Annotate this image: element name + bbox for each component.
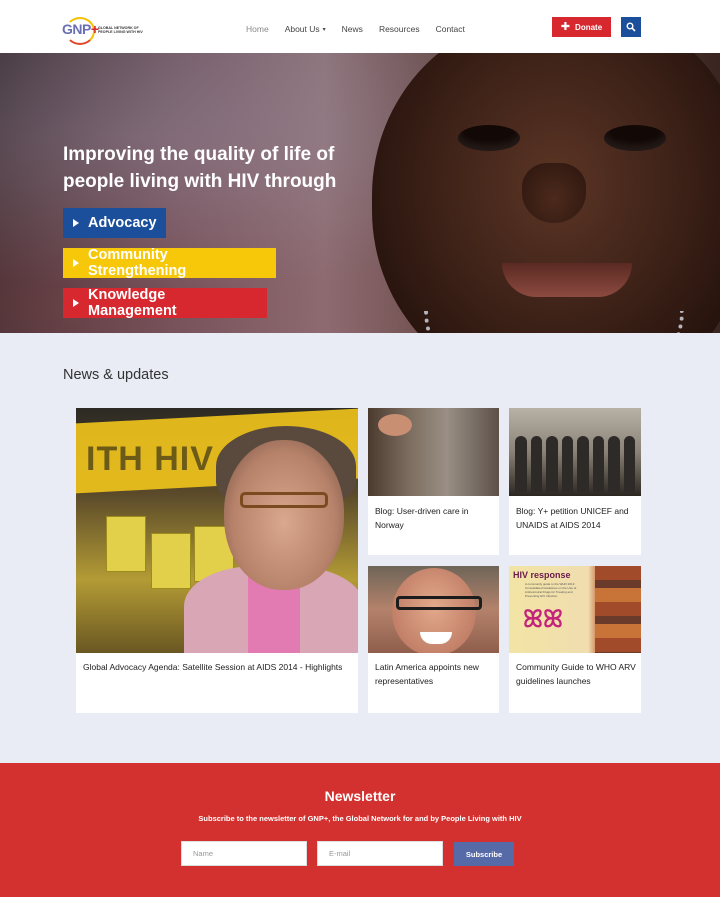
newsletter-section: Newsletter Subscribe to the newsletter o… [0,763,720,897]
news-card[interactable]: Blog: Y+ petition UNICEF and UNAIDS at A… [509,408,641,555]
person-silhouette [592,436,604,492]
news-card-caption[interactable]: Blog: User-driven care in Norway [375,504,493,532]
news-card[interactable]: ITH HIV Global Advocacy Agenda: Satellit… [76,408,358,713]
news-card-caption[interactable]: Latin America appoints new representativ… [375,660,493,688]
nav-resources[interactable]: Resources [379,24,420,34]
play-triangle-icon [73,219,79,227]
person-silhouette [577,436,589,492]
news-card-caption[interactable]: Community Guide to WHO ARV guidelines la… [516,660,636,688]
nav-home[interactable]: Home [246,24,269,34]
email-field[interactable] [317,841,443,866]
site-header: GNP+ GLOBAL NETWORK OF PEOPLE LIVING WIT… [0,0,720,53]
news-card[interactable]: HIV response A community guide to the WH… [509,566,641,713]
logo-mark: GNP+ [62,21,99,37]
news-card-image [368,408,499,496]
people-logo-icon: ꕤꕤ [523,606,563,633]
news-card-image: ITH HIV [76,408,358,653]
news-card[interactable]: Blog: User-driven care in Norway [368,408,499,555]
pill-label: Community Strengthening [88,247,187,279]
donate-button[interactable]: ✚ Donate [552,17,611,37]
newsletter-subtitle: Subscribe to the newsletter of GNP+, the… [198,814,522,823]
play-triangle-icon [73,299,79,307]
banner-lettering: ITH HIV [86,440,214,478]
news-card-caption[interactable]: Global Advocacy Agenda: Satellite Sessio… [83,660,349,674]
portrait-eye [604,125,666,151]
news-card-image [509,408,641,496]
subscribe-button[interactable]: Subscribe [454,842,514,866]
logo-tagline: GLOBAL NETWORK OF PEOPLE LIVING WITH HIV [98,26,143,35]
site-logo[interactable]: GNP+ GLOBAL NETWORK OF PEOPLE LIVING WIT… [62,17,150,45]
search-icon [626,22,636,32]
chevron-down-icon: ▾ [322,27,326,34]
nav-about-us[interactable]: About Us ▾ [285,24,326,34]
newsletter-title: Newsletter [324,788,396,804]
nav-news[interactable]: News [342,24,363,34]
hero-title: Improving the quality of life of people … [63,144,337,192]
person-silhouette [608,436,620,492]
advocacy-link[interactable]: Advocacy [63,208,166,238]
glasses-graphic [396,596,482,610]
group-photo [515,436,635,492]
person-silhouette [515,436,527,492]
placard-graphic [151,533,191,589]
news-card[interactable]: Latin America appoints new representativ… [368,566,499,713]
portrait-smile [502,263,632,297]
pill-label: Knowledge Management [88,287,177,319]
guide-cover-subtitle: A community guide to the WHO 2013 Consol… [525,582,577,598]
portrait-eye [458,125,520,151]
donate-label: Donate [575,22,603,32]
search-button[interactable] [621,17,641,37]
person-head [378,414,412,436]
name-field[interactable] [181,841,307,866]
news-card-caption[interactable]: Blog: Y+ petition UNICEF and UNAIDS at A… [516,504,634,532]
glasses-graphic [240,492,328,508]
pill-label: Advocacy [88,215,157,231]
news-card-image: HIV response A community guide to the WH… [509,566,641,653]
play-triangle-icon [73,259,79,267]
knowledge-management-link[interactable]: Knowledge Management [63,287,267,319]
nav-contact[interactable]: Contact [436,24,465,34]
person-silhouette [561,436,573,492]
plus-icon: ✚ [560,21,571,33]
news-heading: News & updates [63,367,169,383]
main-nav: Home About Us ▾ News Resources Contact [246,24,481,34]
news-card-image [368,566,499,653]
portrait-nose [522,163,586,223]
hero-portrait-image [372,53,720,333]
guide-cover-title: HIV response [513,570,571,580]
guide-photo-strip [595,566,641,653]
person-silhouette [546,436,558,492]
community-strengthening-link[interactable]: Community Strengthening [63,247,276,279]
person-silhouette [530,436,542,492]
placard-graphic [106,516,146,572]
portrait-collar [424,311,684,333]
person-face [224,440,344,590]
person-silhouette [623,436,635,492]
hero-banner: Improving the quality of life of people … [0,53,720,333]
